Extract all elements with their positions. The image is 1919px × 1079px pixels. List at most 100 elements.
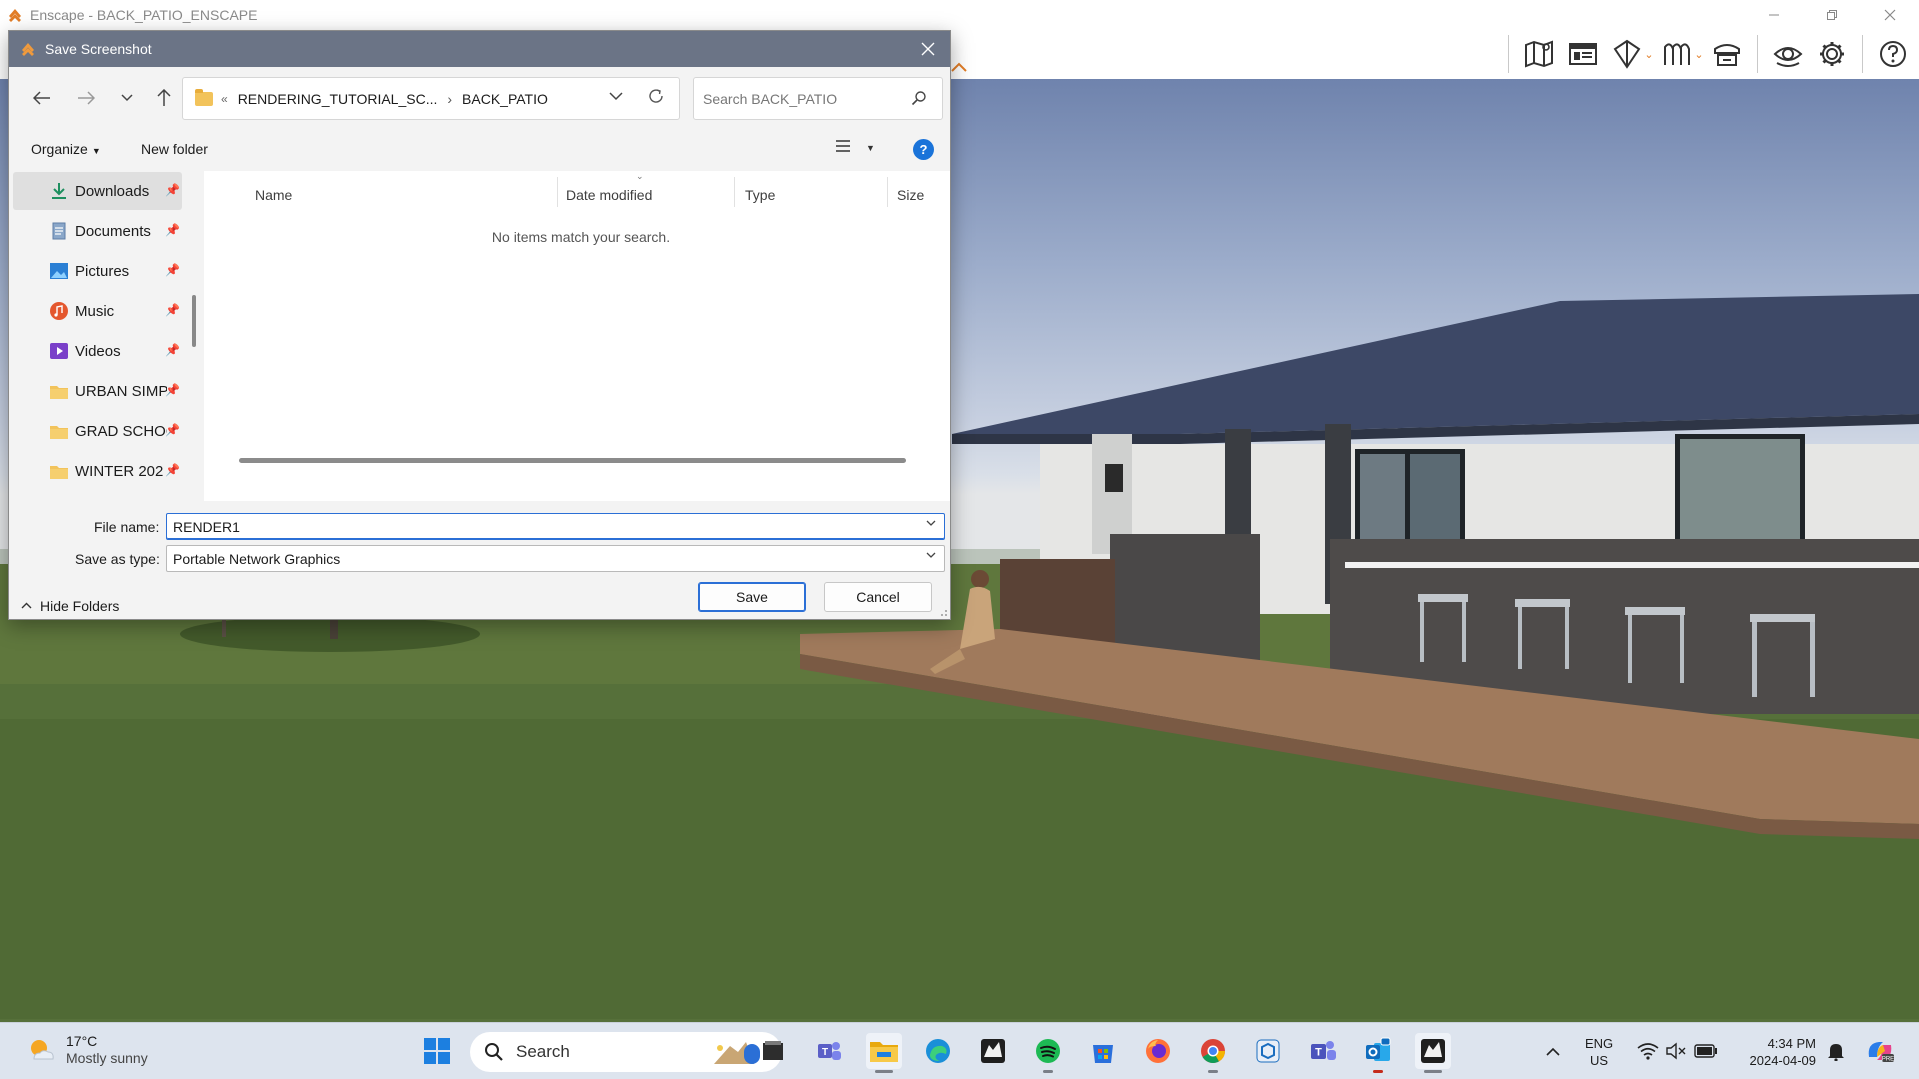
taskbar-app-teams[interactable]: T [1305,1033,1341,1069]
taskbar-search-label: Search [516,1042,570,1061]
chevron-down-icon [121,94,133,102]
new-folder-button[interactable]: New folder [141,141,208,157]
nav-item-pictures[interactable]: Pictures 📌 [13,252,182,290]
nav-item-videos[interactable]: Videos 📌 [13,332,182,370]
taskbar-app-file-explorer[interactable] [866,1033,902,1073]
clock[interactable]: 4:34 PM 2024-04-09 [1736,1035,1817,1069]
forward-button[interactable] [71,83,101,113]
upload-icon [1714,44,1740,66]
organize-label: Organize [31,141,88,157]
file-name-value[interactable]: RENDER1 [173,519,240,535]
nav-item-grad-school[interactable]: GRAD SCHOOL 📌 [13,412,182,450]
taskbar-app-rhino[interactable] [975,1033,1011,1069]
view-options-dropdown[interactable]: ▼ [866,143,875,153]
weather-widget[interactable]: 17°C Mostly sunny [26,1033,148,1067]
asset-library-dropdown[interactable]: ⌄ [1693,48,1705,61]
battery-button[interactable] [1688,1033,1724,1069]
upload-button[interactable] [1705,34,1749,74]
horizontal-scrollbar[interactable] [239,458,906,463]
visual-settings-icon [1773,47,1803,67]
address-dropdown[interactable] [609,88,623,104]
file-name-label: File name: [94,519,160,535]
batch-render-button[interactable] [1561,34,1605,74]
column-header-date-modified[interactable]: Date modified [566,187,652,203]
start-button[interactable] [419,1033,455,1069]
save-type-value: Portable Network Graphics [173,550,341,567]
map-button[interactable] [1517,34,1561,74]
breadcrumb-parent[interactable]: RENDERING_TUTORIAL_SC... [238,91,438,107]
nav-item-label: Pictures [75,262,130,280]
show-hidden-icons-button[interactable] [1535,1033,1571,1069]
taskbar-app-file-manager[interactable] [755,1033,791,1069]
taskbar-app-edge[interactable] [920,1033,956,1069]
copilot-button[interactable]: PRE [1862,1033,1898,1069]
taskbar-app-firefox[interactable] [1140,1033,1176,1069]
language-indicator[interactable]: ENG US [1585,1035,1613,1069]
sort-indicator-icon: ⌄ [636,171,644,181]
taskbar-app-spotify[interactable] [1030,1033,1066,1073]
organize-button[interactable]: Organize ▼ [31,141,101,157]
settings-button[interactable] [1810,34,1854,74]
column-header-type[interactable]: Type [745,187,775,203]
taskbar-app-sketchup[interactable] [1250,1033,1286,1069]
nav-item-urban-simpl[interactable]: URBAN SIMPL 📌 [13,372,182,410]
close-window-button[interactable] [1861,0,1919,29]
search-box[interactable] [693,77,943,120]
weather-temperature: 17°C [66,1033,98,1049]
nav-item-documents[interactable]: Documents 📌 [13,212,182,250]
up-button[interactable] [149,83,179,113]
column-divider[interactable] [734,177,735,207]
taskbar-app-teams-personal[interactable]: T [811,1033,847,1069]
taskbar-app-outlook[interactable] [1360,1033,1396,1073]
column-divider[interactable] [887,177,888,207]
restore-button[interactable] [1803,0,1861,29]
taskbar-app-rhino-active[interactable] [1415,1033,1451,1073]
chevron-down-icon[interactable] [926,519,936,530]
file-name-field[interactable]: RENDER1 [166,513,945,540]
view-management-dropdown[interactable]: ⌄ [1643,48,1655,61]
change-view-button[interactable] [835,139,851,158]
chevron-right-icon[interactable]: › [447,91,452,107]
back-button[interactable] [27,83,57,113]
cancel-button[interactable]: Cancel [824,582,932,612]
nav-item-music[interactable]: Music 📌 [13,292,182,330]
svg-text:PRE: PRE [1882,1057,1894,1063]
address-bar[interactable]: « RENDERING_TUTORIAL_SC... › BACK_PATIO [182,77,680,120]
notifications-button[interactable] [1818,1033,1854,1069]
column-header-size[interactable]: Size [897,187,924,203]
nav-item-downloads[interactable]: Downloads 📌 [13,172,182,210]
collapse-toolbar-button[interactable] [950,58,968,79]
taskbar-app-chrome[interactable] [1195,1033,1231,1073]
overflow-icon[interactable]: « [221,92,228,106]
save-type-select[interactable]: Portable Network Graphics [166,545,945,572]
refresh-button[interactable] [647,87,665,110]
column-header-name[interactable]: Name [255,187,292,203]
breadcrumb-current[interactable]: BACK_PATIO [462,91,548,107]
help-button[interactable]: ? [913,139,934,160]
help-button[interactable] [1871,34,1915,74]
running-indicator [875,1070,893,1073]
nav-item-label: GRAD SCHOOL [75,422,167,440]
command-bar: Organize ▼ New folder ▼ ? [9,129,950,171]
pin-icon: 📌 [165,223,180,237]
column-divider[interactable] [557,177,558,207]
weather-condition: Mostly sunny [66,1050,148,1066]
chevron-down-icon[interactable] [926,551,936,562]
dialog-close-button[interactable] [916,37,940,61]
copilot-icon: PRE [1868,1042,1894,1063]
hide-folders-button[interactable]: Hide Folders [21,598,119,614]
search-icon [485,1043,503,1061]
pin-icon: 📌 [165,263,180,277]
taskbar-app-microsoft-store[interactable] [1085,1033,1121,1069]
minimize-button[interactable] [1745,0,1803,29]
resize-grip-icon[interactable] [938,607,948,617]
visual-settings-button[interactable] [1766,34,1810,74]
save-button[interactable]: Save [698,582,806,612]
empty-message: No items match your search. [491,229,671,245]
search-input[interactable] [703,90,903,107]
taskbar-search[interactable]: Search [470,1032,782,1072]
nav-scrollbar[interactable] [192,295,196,347]
sketchup-icon [1256,1039,1280,1063]
nav-item-winter[interactable]: WINTER 202 📌 [13,452,182,490]
recent-locations-button[interactable] [112,83,142,113]
